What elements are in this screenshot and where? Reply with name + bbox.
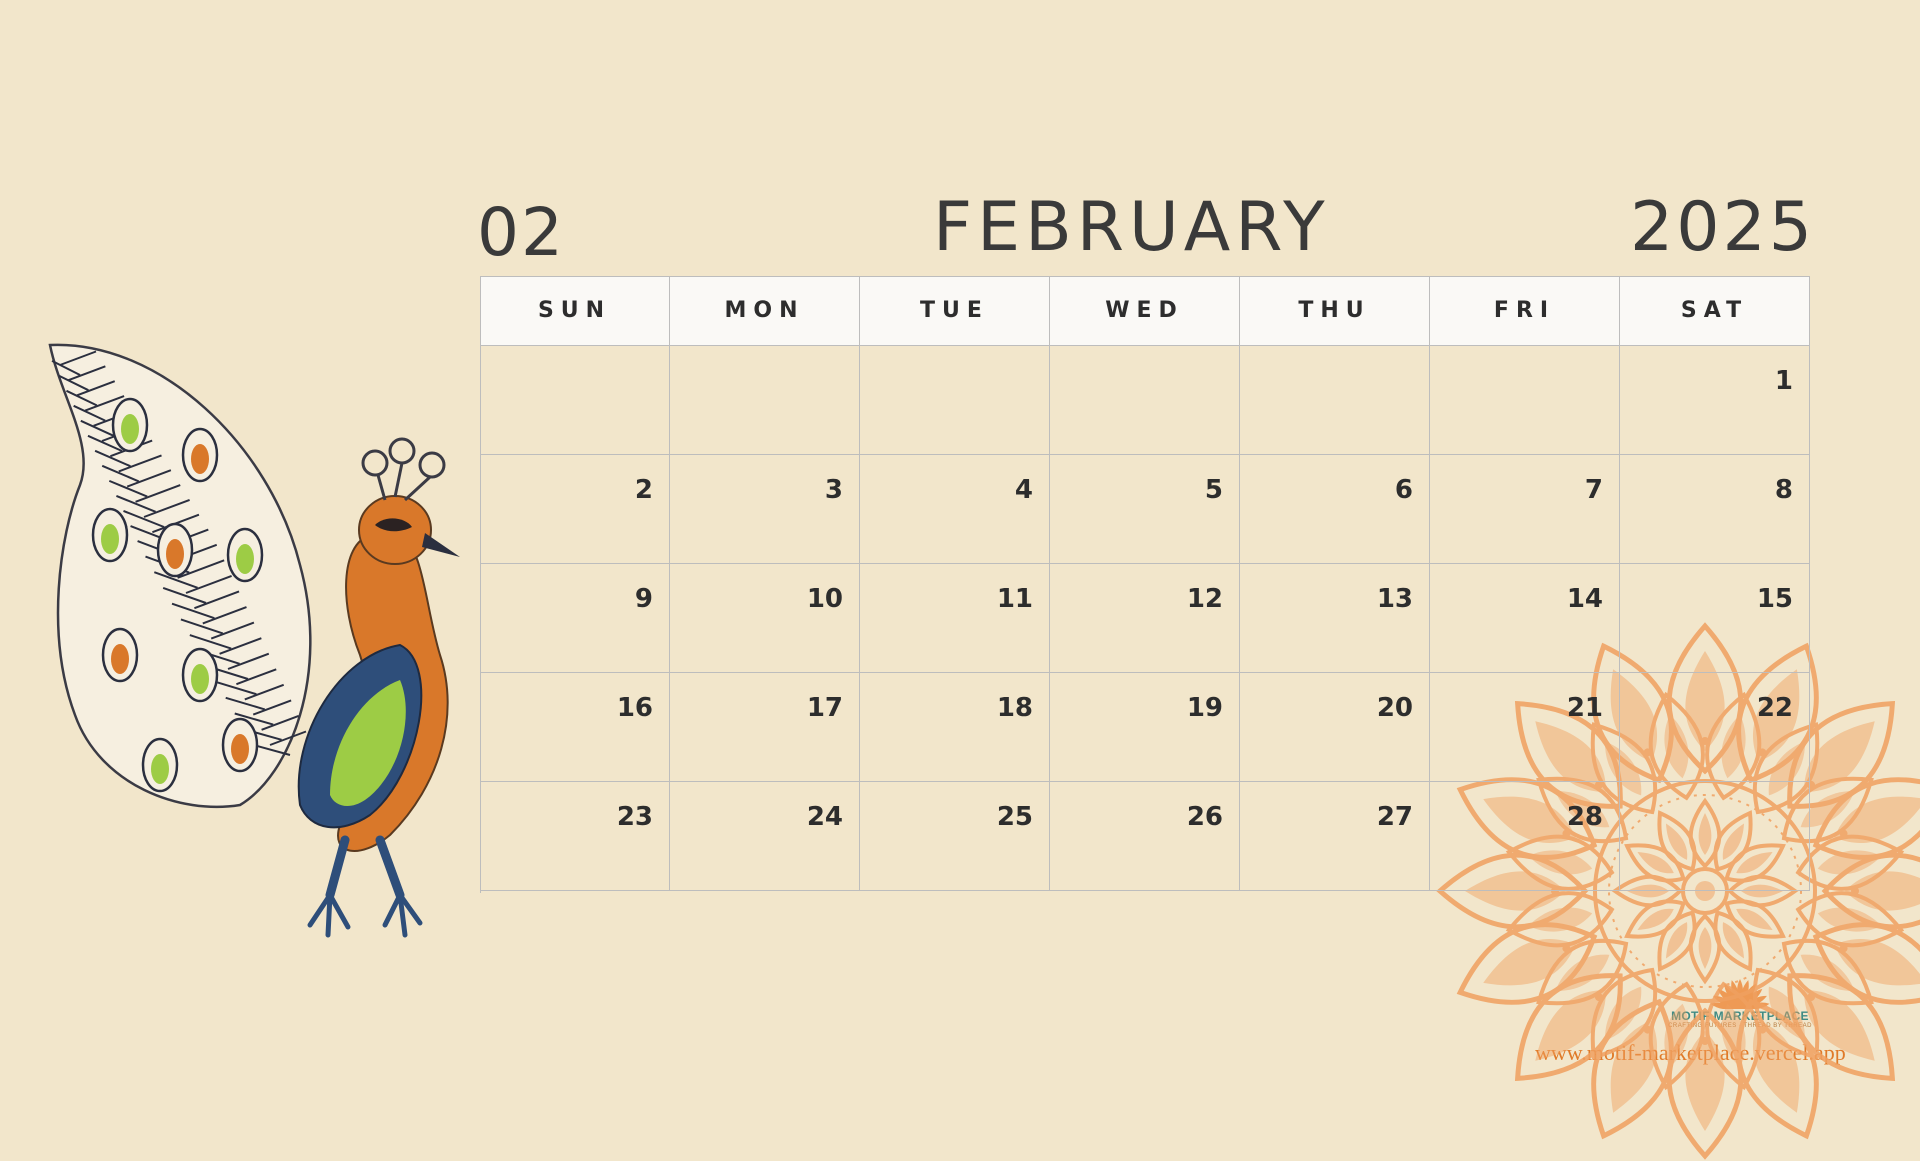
empty-day-cell (1240, 346, 1430, 455)
day-number: 27 (1376, 802, 1413, 832)
day-number: 20 (1376, 693, 1413, 723)
day-number: 24 (806, 802, 843, 832)
weekday-header-tue: TUE (860, 276, 1050, 346)
weekday-header-fri: FRI (1430, 276, 1620, 346)
day-number: 13 (1376, 584, 1413, 614)
day-number: 11 (996, 584, 1033, 614)
day-cell[interactable]: 18 (860, 673, 1050, 782)
day-number: 16 (616, 693, 653, 723)
day-number: 1 (1774, 366, 1793, 396)
peacock-illustration (48, 343, 460, 938)
year-label: 2025 (1630, 188, 1816, 267)
day-cell[interactable]: 17 (670, 673, 860, 782)
day-cell[interactable]: 20 (1240, 673, 1430, 782)
day-cell[interactable]: 21 (1430, 673, 1620, 782)
empty-day-cell (1430, 346, 1620, 455)
day-cell[interactable]: 19 (1050, 673, 1240, 782)
empty-day-cell (1050, 346, 1240, 455)
day-cell[interactable]: 22 (1620, 673, 1810, 782)
day-number: 12 (1186, 584, 1223, 614)
day-number: 7 (1584, 475, 1603, 505)
day-number: 4 (1014, 475, 1033, 505)
day-cell[interactable]: 26 (1050, 782, 1240, 891)
day-number: 25 (996, 802, 1033, 832)
empty-day-cell (670, 346, 860, 455)
day-number: 10 (806, 584, 843, 614)
day-number: 5 (1204, 475, 1223, 505)
day-cell[interactable]: 28 (1430, 782, 1620, 891)
day-number: 2 (634, 475, 653, 505)
calendar-grid-container: SUN MON TUE WED THU FRI SAT 1 2 3 4 5 6 7 8 9 10 11 12 13 14… (480, 276, 1920, 1160)
day-number: 28 (1566, 802, 1603, 832)
day-number: 23 (616, 802, 653, 832)
weekday-header-thu: THU (1240, 276, 1430, 346)
month-title: FEBRUARY (933, 188, 1330, 267)
day-cell[interactable]: 24 (670, 782, 860, 891)
day-cell[interactable]: 6 (1240, 455, 1430, 564)
day-cell[interactable]: 13 (1240, 564, 1430, 673)
day-cell[interactable]: 1 (1620, 346, 1810, 455)
day-number: 6 (1394, 475, 1413, 505)
day-cell[interactable]: 15 (1620, 564, 1810, 673)
day-cell[interactable]: 25 (860, 782, 1050, 891)
day-number: 22 (1756, 693, 1793, 723)
day-number: 17 (806, 693, 843, 723)
day-number: 14 (1566, 584, 1603, 614)
calendar-page: 02 FEBRUARY 2025 SUN MON TUE WED THU FRI SAT 1 2… (0, 0, 1920, 1160)
day-number: 9 (634, 584, 653, 614)
day-cell[interactable]: 12 (1050, 564, 1240, 673)
day-number: 3 (824, 475, 843, 505)
day-number: 26 (1186, 802, 1223, 832)
day-cell[interactable]: 27 (1240, 782, 1430, 891)
day-number: 15 (1756, 584, 1793, 614)
day-number: 21 (1566, 693, 1603, 723)
month-number: 02 (477, 194, 565, 271)
empty-day-cell (860, 346, 1050, 455)
day-cell[interactable]: 3 (670, 455, 860, 564)
weekday-header-mon: MON (670, 276, 860, 346)
day-cell[interactable]: 14 (1430, 564, 1620, 673)
calendar-grid: SUN MON TUE WED THU FRI SAT 1 2 3 4 5 6 7 8 9 10 11 12 13 14… (480, 276, 1810, 893)
day-cell[interactable]: 4 (860, 455, 1050, 564)
day-number: 19 (1186, 693, 1223, 723)
day-number: 8 (1774, 475, 1793, 505)
day-number: 18 (996, 693, 1033, 723)
empty-day-cell (1620, 782, 1810, 891)
weekday-header-wed: WED (1050, 276, 1240, 346)
day-cell[interactable]: 7 (1430, 455, 1620, 564)
day-cell[interactable]: 8 (1620, 455, 1810, 564)
day-cell[interactable]: 10 (670, 564, 860, 673)
day-cell[interactable]: 11 (860, 564, 1050, 673)
day-cell[interactable]: 5 (1050, 455, 1240, 564)
weekday-header-sat: SAT (1620, 276, 1810, 346)
